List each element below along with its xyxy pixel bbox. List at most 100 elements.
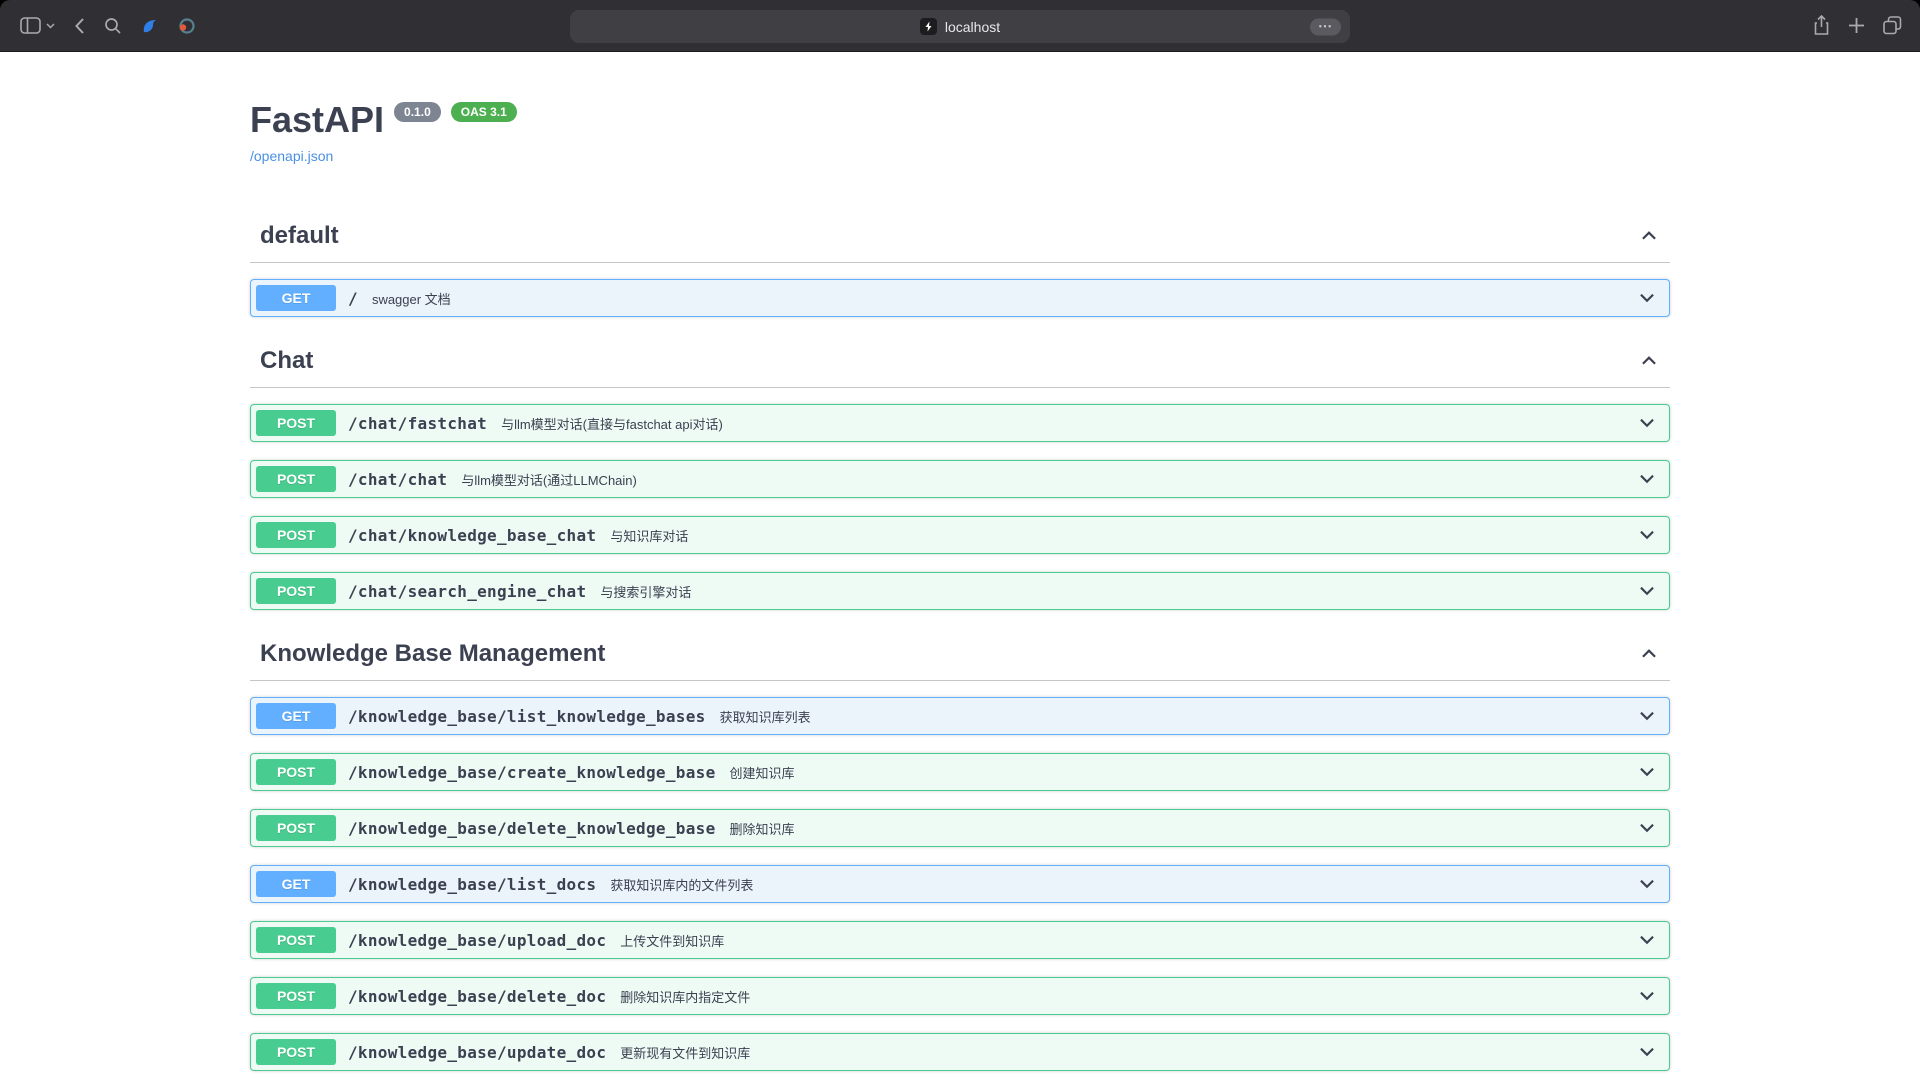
method-badge: POST xyxy=(256,522,336,548)
chevron-down-icon xyxy=(1636,580,1658,602)
bird-extension-icon xyxy=(141,17,159,35)
section-title: default xyxy=(260,224,339,248)
openapi-spec-link[interactable]: /openapi.json xyxy=(250,148,333,164)
record-circle-icon xyxy=(178,17,196,35)
page-content: FastAPI 0.1.0 OAS 3.1 /openapi.json defa… xyxy=(0,52,1920,1080)
api-info: FastAPI 0.1.0 OAS 3.1 /openapi.json xyxy=(250,52,1670,210)
section-operations: GET /knowledge_base/list_knowledge_bases… xyxy=(250,697,1670,1080)
operation-row[interactable]: POST /chat/search_engine_chat 与搜索引擎对话 xyxy=(250,572,1670,610)
api-sections: default GET / swagger 文档 Chat POST /chat… xyxy=(250,210,1670,1080)
method-badge: POST xyxy=(256,927,336,953)
operation-description: 创建知识库 xyxy=(730,763,1636,782)
method-badge: GET xyxy=(256,871,336,897)
chevron-down-icon xyxy=(1636,287,1658,309)
tab-overview-button[interactable] xyxy=(1883,16,1902,35)
chevron-left-icon xyxy=(74,17,85,35)
browser-toolbar: localhost ⋯ xyxy=(0,0,1920,52)
back-button[interactable] xyxy=(74,17,85,35)
chevron-up-icon xyxy=(1638,643,1660,665)
operation-row[interactable]: POST /knowledge_base/upload_doc 上传文件到知识库 xyxy=(250,921,1670,959)
operation-description: 与llm模型对话(通过LLMChain) xyxy=(461,470,1636,489)
section-header[interactable]: default xyxy=(250,210,1670,263)
operation-row[interactable]: POST /knowledge_base/delete_knowledge_ba… xyxy=(250,809,1670,847)
section-operations: POST /chat/fastchat 与llm模型对话(直接与fastchat… xyxy=(250,404,1670,610)
chevron-down-icon xyxy=(1636,412,1658,434)
site-favicon xyxy=(920,18,937,35)
operation-row[interactable]: GET /knowledge_base/list_knowledge_bases… xyxy=(250,697,1670,735)
chevron-up-icon xyxy=(1638,350,1660,372)
chevron-down-icon xyxy=(1636,705,1658,727)
method-badge: POST xyxy=(256,578,336,604)
api-section: Chat POST /chat/fastchat 与llm模型对话(直接与fas… xyxy=(250,335,1670,610)
chevron-down-icon xyxy=(1636,1041,1658,1063)
method-badge: GET xyxy=(256,703,336,729)
bird-extension-button[interactable] xyxy=(141,17,159,35)
operation-row[interactable]: POST /knowledge_base/update_doc 更新现有文件到知… xyxy=(250,1033,1670,1071)
method-badge: POST xyxy=(256,759,336,785)
operation-description: 上传文件到知识库 xyxy=(620,931,1636,950)
version-badge: 0.1.0 xyxy=(394,102,441,122)
chevron-down-icon xyxy=(46,23,55,29)
operation-path: /chat/chat xyxy=(348,470,447,489)
chevron-down-icon xyxy=(1636,873,1658,895)
operation-description: 与知识库对话 xyxy=(610,526,1636,545)
operation-description: 与搜索引擎对话 xyxy=(600,582,1636,601)
operation-path: /chat/search_engine_chat xyxy=(348,582,586,601)
share-button[interactable] xyxy=(1813,15,1830,36)
oas-badge: OAS 3.1 xyxy=(451,102,517,122)
operation-description: swagger 文档 xyxy=(372,289,1636,308)
chevron-down-icon xyxy=(1636,985,1658,1007)
method-badge: POST xyxy=(256,1039,336,1065)
operation-path: /knowledge_base/list_knowledge_bases xyxy=(348,707,706,726)
operation-path: /knowledge_base/update_doc xyxy=(348,1043,606,1062)
method-badge: POST xyxy=(256,410,336,436)
search-button[interactable] xyxy=(104,17,122,35)
toolbar-right-group xyxy=(1813,0,1902,51)
title-row: FastAPI 0.1.0 OAS 3.1 xyxy=(250,102,1670,138)
operation-description: 更新现有文件到知识库 xyxy=(620,1043,1636,1062)
sidebar-panel-icon xyxy=(20,17,41,34)
operation-row[interactable]: POST /chat/fastchat 与llm模型对话(直接与fastchat… xyxy=(250,404,1670,442)
section-header[interactable]: Knowledge Base Management xyxy=(250,628,1670,681)
operation-description: 获取知识库内的文件列表 xyxy=(610,875,1636,894)
operation-row[interactable]: GET / swagger 文档 xyxy=(250,279,1670,317)
section-title: Chat xyxy=(260,349,313,373)
section-title: Knowledge Base Management xyxy=(260,642,605,666)
operation-path: /knowledge_base/upload_doc xyxy=(348,931,606,950)
operation-row[interactable]: POST /chat/chat 与llm模型对话(通过LLMChain) xyxy=(250,460,1670,498)
operation-description: 删除知识库内指定文件 xyxy=(620,987,1636,1006)
toolbar-left-group xyxy=(0,17,196,35)
chevron-up-icon xyxy=(1638,225,1660,247)
operation-row[interactable]: GET /knowledge_base/list_docs 获取知识库内的文件列… xyxy=(250,865,1670,903)
operation-description: 获取知识库列表 xyxy=(720,707,1636,726)
section-operations: GET / swagger 文档 xyxy=(250,279,1670,317)
chevron-down-icon xyxy=(1636,817,1658,839)
operation-path: /chat/knowledge_base_chat xyxy=(348,526,596,545)
operation-path: /knowledge_base/create_knowledge_base xyxy=(348,763,716,782)
operation-path: /knowledge_base/list_docs xyxy=(348,875,596,894)
section-header[interactable]: Chat xyxy=(250,335,1670,388)
address-bar[interactable]: localhost ⋯ xyxy=(570,10,1350,43)
page-title: FastAPI xyxy=(250,102,384,138)
operation-path: /knowledge_base/delete_doc xyxy=(348,987,606,1006)
extensions-ellipsis-icon[interactable]: ⋯ xyxy=(1310,18,1341,35)
sidebar-toggle-button[interactable] xyxy=(20,17,55,34)
operation-row[interactable]: POST /knowledge_base/delete_doc 删除知识库内指定… xyxy=(250,977,1670,1015)
operation-row[interactable]: POST /chat/knowledge_base_chat 与知识库对话 xyxy=(250,516,1670,554)
operation-description: 删除知识库 xyxy=(730,819,1636,838)
method-badge: POST xyxy=(256,815,336,841)
operation-path: /chat/fastchat xyxy=(348,414,487,433)
tabs-overview-icon xyxy=(1883,16,1902,35)
record-extension-button[interactable] xyxy=(178,17,196,35)
search-icon xyxy=(104,17,122,35)
chevron-down-icon xyxy=(1636,929,1658,951)
operation-path: / xyxy=(348,289,358,308)
api-section: Knowledge Base Management GET /knowledge… xyxy=(250,628,1670,1080)
share-icon xyxy=(1813,15,1830,36)
api-section: default GET / swagger 文档 xyxy=(250,210,1670,317)
new-tab-button[interactable] xyxy=(1848,17,1865,34)
plus-icon xyxy=(1848,17,1865,34)
operation-path: /knowledge_base/delete_knowledge_base xyxy=(348,819,716,838)
operation-row[interactable]: POST /knowledge_base/create_knowledge_ba… xyxy=(250,753,1670,791)
method-badge: POST xyxy=(256,466,336,492)
